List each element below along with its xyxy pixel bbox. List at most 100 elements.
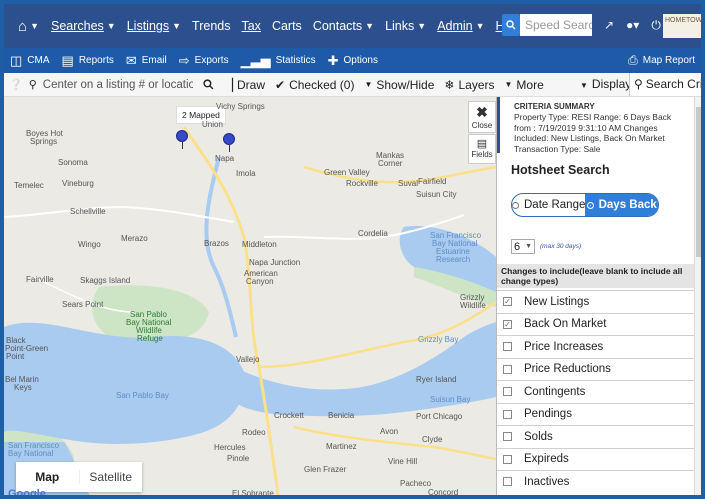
exports-button[interactable]: ⇨ Exports: [179, 53, 229, 69]
change-type-item[interactable]: Contingents: [497, 380, 694, 403]
checkbox-icon[interactable]: [503, 387, 512, 397]
change-type-item[interactable]: Pendings: [497, 402, 694, 425]
map-place-label: Keys: [14, 383, 32, 392]
statistics-button[interactable]: ▁▃▅ Statistics: [241, 53, 316, 69]
draw-button[interactable]: ▕ Draw: [224, 78, 265, 92]
map-place-label: Fairfield: [418, 177, 447, 186]
external-link-icon[interactable]: ↗: [604, 18, 614, 33]
fields-button[interactable]: ▤ Fields: [468, 134, 496, 164]
center-location-input[interactable]: Center on a listing # or location: [43, 79, 193, 91]
nav-searches[interactable]: Searches ▼: [51, 19, 116, 33]
nav-trends[interactable]: Trends: [192, 19, 230, 33]
checkbox-icon[interactable]: [503, 342, 512, 352]
map-place-label: Research: [436, 255, 471, 264]
change-type-label: Price Increases: [524, 340, 604, 353]
change-type-item[interactable]: ✓ New Listings: [497, 290, 694, 313]
change-type-item[interactable]: ✓ Back On Market: [497, 312, 694, 335]
map-place-label: Canyon: [246, 277, 274, 286]
panel-scrollbar[interactable]: [694, 97, 701, 495]
map-place-label: Corner: [378, 159, 403, 168]
map-type-map-button[interactable]: Map: [16, 470, 80, 484]
more-button[interactable]: ▼ More: [505, 78, 544, 92]
map-place-label: Vine Hill: [388, 457, 418, 466]
map-place-label: Union: [202, 120, 223, 129]
change-type-item[interactable]: Price Reductions: [497, 357, 694, 380]
map-place-label: Suval: [398, 179, 419, 188]
layers-button[interactable]: ❄ Layers: [444, 78, 494, 92]
scrollbar-thumb[interactable]: [696, 107, 701, 257]
change-type-label: Expireds: [524, 453, 569, 466]
speed-search-input[interactable]: Speed Search: [520, 14, 592, 36]
map-canvas[interactable]: 2 Mapped Boyes Hot Springs Union Vichy Spri…: [4, 97, 496, 499]
email-button[interactable]: ✉ Email: [126, 53, 167, 69]
listing-marker[interactable]: [176, 130, 188, 149]
map-place-label: Point: [6, 352, 25, 361]
checkbox-icon[interactable]: ✓: [503, 297, 512, 307]
wrench-icon: ✚: [327, 52, 339, 68]
checkbox-icon[interactable]: [503, 477, 512, 487]
search-criteria-button[interactable]: ⚲Search Criteria: [629, 73, 701, 96]
change-type-item[interactable]: Inactives: [497, 470, 694, 493]
radio-icon: [512, 201, 519, 209]
checkbox-icon[interactable]: [503, 364, 512, 374]
change-type-label: New Listings: [524, 295, 590, 308]
change-type-item[interactable]: Expireds: [497, 447, 694, 470]
map-place-label: Ryer Island: [416, 375, 457, 384]
nav-carts[interactable]: Carts: [272, 19, 302, 33]
close-button[interactable]: ✖ Close: [468, 101, 496, 133]
map-place-label: Imola: [236, 169, 256, 178]
map-type-satellite-button[interactable]: Satellite: [80, 470, 143, 484]
map-report-button[interactable]: ⎙ Map Report: [628, 53, 695, 68]
search-location-icon[interactable]: [203, 79, 214, 90]
power-icon[interactable]: ⏻: [651, 18, 661, 33]
reports-button[interactable]: ▤ Reports: [62, 53, 114, 69]
nav-admin[interactable]: Admin ▼: [437, 19, 484, 33]
nav-tax[interactable]: Tax: [241, 19, 260, 33]
map-place-label: Napa: [215, 154, 235, 163]
nav-contacts[interactable]: Contacts ▼: [313, 19, 374, 33]
map-place-label: Suisun City: [416, 190, 457, 199]
location-pin-icon: ⚲: [28, 79, 37, 91]
help-icon[interactable]: ❔: [9, 78, 23, 91]
checkbox-icon[interactable]: [503, 454, 512, 464]
map-place-label: Rockville: [346, 179, 379, 188]
listing-marker[interactable]: [223, 133, 235, 152]
chevron-down-icon: ▼: [525, 243, 532, 250]
bar-chart-icon: ▁▃▅: [240, 52, 271, 68]
google-logo: Google: [8, 488, 46, 499]
map-toolbar: ❔ ⚲ Center on a listing # or location ▕ D…: [4, 73, 701, 97]
map-place-label: Refuge: [137, 334, 163, 343]
map-place-label: Temelec: [14, 181, 44, 190]
map-place-label: Napa Junction: [249, 258, 301, 267]
map-place-label: El Sobrante: [232, 489, 274, 498]
date-range-option[interactable]: Date Range: [512, 194, 585, 216]
map-place-label: Rodeo: [242, 428, 266, 437]
days-back-option[interactable]: Days Back: [585, 194, 658, 216]
nav-links[interactable]: Links ▼: [385, 19, 426, 33]
search-icon[interactable]: [502, 14, 520, 36]
brand-logo: HOMETOWN: [663, 14, 701, 38]
action-toolbar: ◫ CMA ▤ Reports ✉ Email ⇨ Exports ▁▃▅ Statist…: [4, 48, 701, 73]
checked-button[interactable]: ✔ Checked (0): [275, 78, 354, 92]
reports-icon: ▤: [61, 52, 74, 68]
map-place-label: Suisun Bay: [430, 395, 471, 404]
cma-button[interactable]: ◫ CMA: [10, 53, 50, 69]
caret-icon: ▼: [504, 80, 513, 89]
change-type-item[interactable]: Solds: [497, 425, 694, 448]
map-place-label: Hercules: [214, 443, 246, 452]
show-hide-button[interactable]: ▼ Show/Hide: [364, 78, 434, 92]
layers-icon: ❄: [444, 77, 455, 92]
map-place-label: Wingo: [78, 240, 101, 249]
checkbox-icon[interactable]: [503, 432, 512, 442]
user-icon[interactable]: ●▾: [626, 18, 639, 33]
days-back-select[interactable]: 6 ▼: [511, 239, 535, 254]
checkbox-icon[interactable]: [503, 409, 512, 419]
search-icon: ⚲: [634, 77, 643, 91]
checkbox-icon[interactable]: ✓: [503, 319, 512, 329]
nav-listings[interactable]: Listings ▼: [127, 19, 181, 33]
app-frame: ⌂ ▼ Searches ▼ Listings ▼ Trends Tax Carts …: [0, 0, 705, 499]
change-type-item[interactable]: Price Increases: [497, 335, 694, 358]
options-button[interactable]: ✚ Options: [328, 53, 378, 69]
map-place-label: Cordelia: [358, 229, 388, 238]
home-icon[interactable]: ⌂ ▼: [18, 18, 39, 35]
